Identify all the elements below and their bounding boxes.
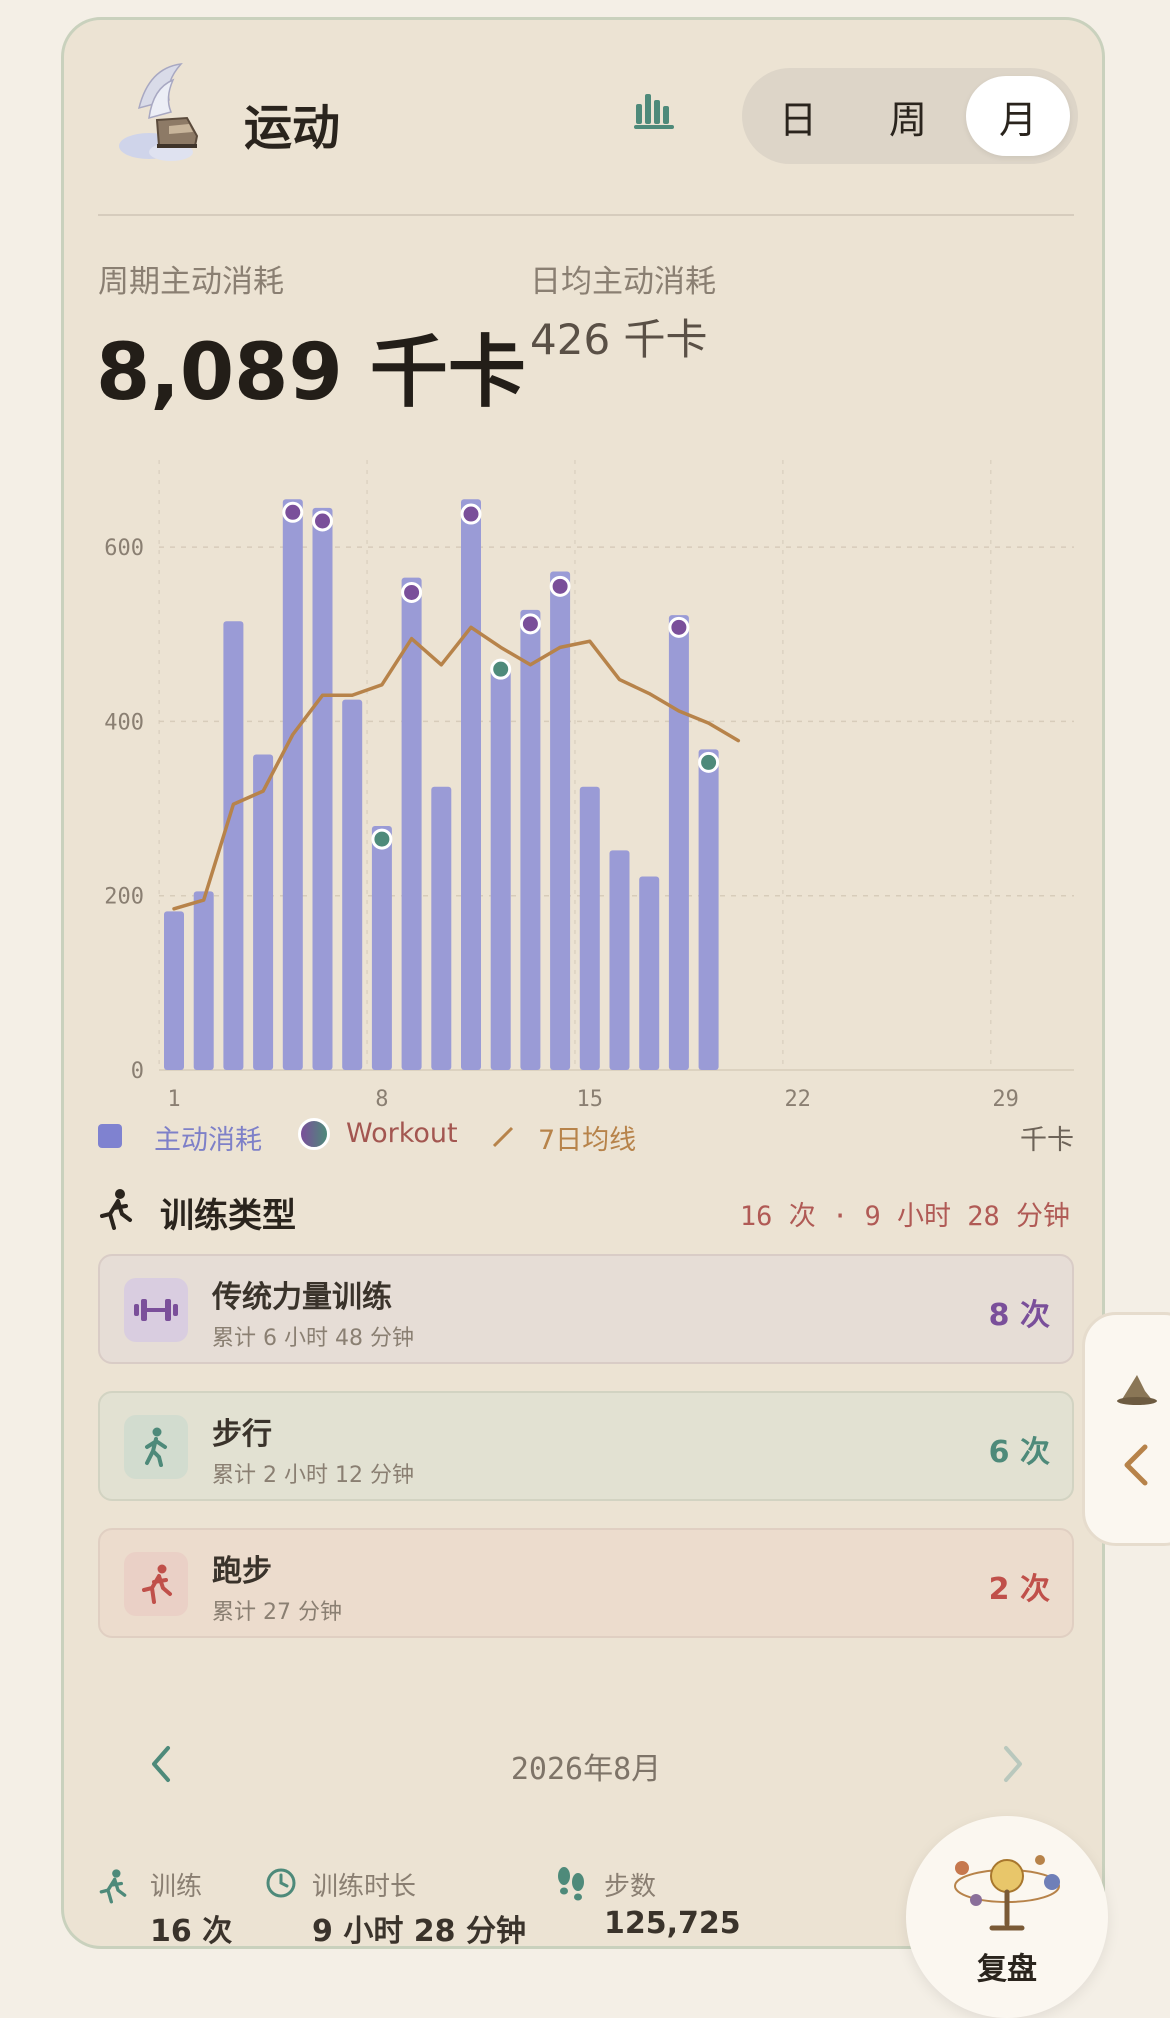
period-segmented-control: 日 周 月 [742, 68, 1078, 164]
side-drawer-tab[interactable] [1082, 1312, 1170, 1546]
workout-type-name: 跑步 [212, 1554, 272, 1589]
segment-month[interactable]: 月 [966, 76, 1070, 156]
daily-avg-value: 426 千卡 [530, 315, 708, 364]
footer-workouts-value: 16 次 [150, 1914, 233, 1949]
footer-workouts-label: 训练 [150, 1872, 203, 1902]
x-tick-label: 1 [167, 1087, 180, 1112]
total-burn-label: 周期主动消耗 [98, 264, 284, 300]
y-tick-label: 200 [104, 885, 144, 910]
walking-icon [124, 1415, 188, 1479]
workout-marker [460, 503, 482, 525]
daily-avg-label: 日均主动消耗 [530, 264, 716, 300]
bar-active-energy [520, 609, 541, 1070]
next-month-chevron-icon[interactable] [998, 1742, 1028, 1786]
bar-active-energy [490, 669, 511, 1070]
bar-active-energy [223, 621, 244, 1070]
bar-active-energy [312, 507, 333, 1070]
footprints-icon [558, 1867, 584, 1901]
workout-marker [549, 575, 571, 597]
orrery-icon [954, 1855, 1060, 1931]
energy-chart: 0 200 400 600 1 8 15 22 29 [104, 460, 1074, 1112]
workout-marker [519, 613, 541, 635]
bar-active-energy [253, 754, 274, 1070]
legend-workout-dot [298, 1118, 330, 1150]
current-period-label: 2026年8月 [510, 1752, 662, 1787]
chart-legend: 主动消耗 Workout 7日均线 千卡 [98, 1118, 1074, 1158]
chart-unit: 千卡 [1020, 1125, 1074, 1156]
wizard-hat-icon [1117, 1375, 1157, 1405]
workout-type-count: 8 次 [988, 1298, 1050, 1333]
footer-duration-value: 9 小时 28 分钟 [312, 1914, 526, 1949]
legend-workout-label: Workout [346, 1118, 458, 1149]
workout-marker [668, 616, 690, 638]
footer-steps-label: 步数 [604, 1872, 657, 1902]
workout-type-count: 2 次 [988, 1572, 1050, 1607]
x-tick-label: 29 [992, 1087, 1019, 1112]
footer-duration-label: 训练时长 [312, 1872, 417, 1902]
workout-marker [698, 751, 720, 773]
legend-active-swatch [98, 1124, 122, 1148]
review-button[interactable]: 复盘 [906, 1816, 1108, 2018]
workout-type-name: 传统力量训练 [212, 1280, 392, 1315]
bar-active-energy [609, 850, 630, 1070]
x-tick-label: 22 [784, 1087, 811, 1112]
x-tick-label: 15 [577, 1087, 604, 1112]
clock-icon [266, 1868, 296, 1898]
winged-sneaker-mascot [119, 63, 199, 161]
training-summary: 16 次 · 9 小时 28 分钟 [739, 1201, 1070, 1232]
segment-day[interactable]: 日 [746, 76, 850, 156]
bar-chart-icon[interactable] [632, 90, 680, 130]
header-divider [98, 214, 1074, 216]
workout-type-count: 6 次 [988, 1435, 1050, 1470]
collapse-chevron-icon[interactable] [1119, 1441, 1153, 1489]
workout-type-running[interactable]: 跑步 累计 27 分钟 2 次 [98, 1528, 1074, 1638]
x-tick-label: 8 [375, 1087, 388, 1112]
runner-icon [100, 1189, 132, 1230]
review-label: 复盘 [977, 1952, 1037, 1987]
workout-marker [401, 581, 423, 603]
footer-runner-icon [99, 1869, 127, 1904]
footer-steps-value: 125,725 [604, 1906, 741, 1941]
bar-active-energy [668, 615, 689, 1070]
bar-active-energy [431, 786, 452, 1070]
workout-marker [312, 510, 333, 532]
workout-type-walking[interactable]: 步行 累计 2 小时 12 分钟 6 次 [98, 1391, 1074, 1501]
bar-active-energy [282, 499, 303, 1070]
legend-avg-line-icon [492, 1126, 514, 1148]
dumbbell-icon [124, 1278, 188, 1342]
segment-week[interactable]: 周 [856, 76, 960, 156]
workout-marker [282, 501, 304, 523]
training-types-heading: 训练类型 [160, 1196, 296, 1236]
legend-avg-label: 7日均线 [538, 1125, 637, 1156]
y-tick-label: 400 [104, 710, 144, 735]
bar-active-energy [639, 876, 660, 1070]
y-tick-label: 600 [104, 536, 144, 561]
y-tick-label: 0 [131, 1059, 144, 1084]
bar-active-energy [164, 911, 184, 1070]
bar-active-energy [579, 786, 600, 1070]
workout-type-duration: 累计 2 小时 12 分钟 [212, 1463, 414, 1488]
legend-active-label: 主动消耗 [154, 1125, 262, 1156]
workout-marker [371, 828, 393, 850]
bar-active-energy [698, 749, 719, 1070]
workout-marker [490, 658, 512, 680]
running-icon [124, 1552, 188, 1616]
activity-card: 运动 日 周 月 周期主动消耗 8,089 千卡 日均主动消耗 426 千卡 0… [61, 17, 1105, 1949]
app-title: 运动 [244, 100, 341, 156]
bar-active-energy [342, 699, 363, 1070]
workout-type-duration: 累计 27 分钟 [212, 1600, 342, 1625]
bar-active-energy [461, 499, 481, 1070]
total-burn-value: 8,089 千卡 [96, 328, 526, 418]
bar-active-energy [193, 891, 214, 1070]
workout-type-duration: 累计 6 小时 48 分钟 [212, 1326, 414, 1351]
bar-active-energy [371, 826, 392, 1070]
workout-type-strength[interactable]: 传统力量训练 累计 6 小时 48 分钟 8 次 [98, 1254, 1074, 1364]
workout-type-name: 步行 [212, 1417, 272, 1452]
